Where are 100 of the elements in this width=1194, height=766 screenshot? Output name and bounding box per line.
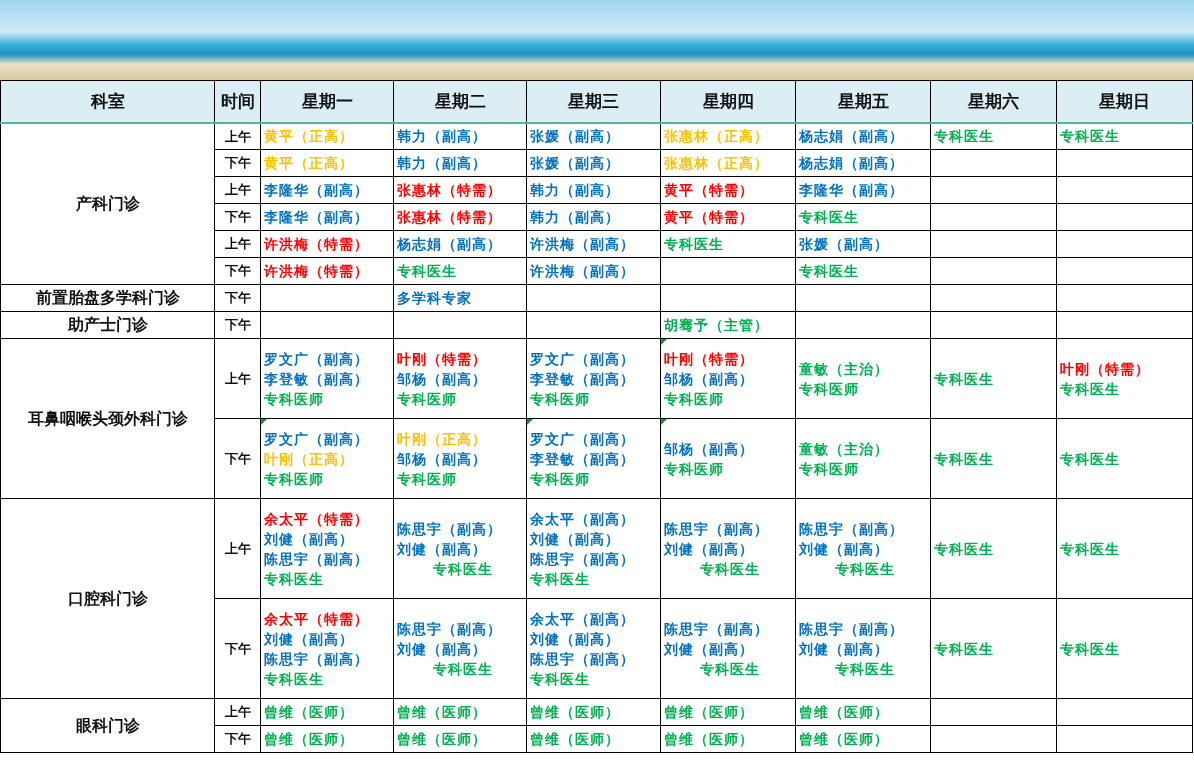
doctor-entry: 余太平（特需） (264, 509, 370, 529)
doctor-entry: 专科医生 (699, 559, 761, 579)
doctor-entry: 曾维（医师） (264, 730, 355, 749)
doctor-entry: 黄平（特需） (664, 208, 755, 227)
doctor-entry: 刘健（副高） (264, 629, 355, 649)
doctor-entry: 陈思宇（副高） (530, 549, 636, 569)
column-header: 星期四 (660, 80, 796, 123)
time-slot: 上午 (214, 338, 261, 419)
department-name: 前置胎盘多学科门诊 (0, 284, 215, 312)
doctor-entry: 专科医生 (934, 639, 995, 659)
doctor-entry: 陈思宇（副高） (264, 649, 370, 669)
doctor-entry: 许洪梅（副高） (530, 235, 636, 254)
doctor-entry: 童敏（主治） (799, 439, 890, 459)
doctor-entry: 刘健（副高） (397, 639, 488, 659)
doctor-entry: 专科医师 (530, 389, 591, 409)
doctor-entry: 曾维（医师） (397, 703, 488, 722)
column-header: 科室 (0, 80, 215, 123)
time-slot: 上午 (214, 176, 261, 204)
doctor-entry: 专科医生 (664, 235, 725, 254)
doctor-entry: 邹杨（副高） (397, 369, 488, 389)
doctor-entry: 专科医生 (397, 262, 458, 281)
doctor-entry: 专科医生 (1060, 127, 1121, 147)
doctor-entry: 专科医生 (1060, 639, 1121, 659)
doctor-entry: 专科医师 (530, 469, 591, 489)
doctor-entry: 曾维（医师） (799, 703, 890, 722)
doctor-entry: 邹杨（副高） (664, 369, 755, 389)
doctor-entry: 刘健（副高） (799, 639, 890, 659)
time-slot: 上午 (214, 498, 261, 599)
doctor-entry: 叶刚（特需） (664, 349, 755, 369)
doctor-entry: 专科医师 (799, 459, 860, 479)
doctor-entry: 专科医生 (264, 569, 325, 589)
doctor-entry: 专科医生 (699, 659, 761, 679)
doctor-entry: 杨志娟（副高） (397, 235, 503, 254)
doctor-entry: 张媛（副高） (530, 154, 621, 173)
doctor-entry: 刘健（副高） (664, 639, 755, 659)
doctor-entry: 黄平（正高） (264, 127, 355, 147)
doctor-entry: 李隆华（副高） (264, 181, 370, 200)
time-slot: 下午 (214, 725, 261, 753)
doctor-entry: 韩力（副高） (397, 127, 488, 147)
doctor-entry: 专科医生 (1060, 379, 1121, 399)
doctor-entry: 黄平（特需） (664, 181, 755, 200)
doctor-entry: 专科医生 (1060, 449, 1121, 469)
column-header: 星期一 (260, 80, 394, 123)
doctor-entry: 杨志娟（副高） (799, 154, 905, 173)
time-slot: 下午 (214, 311, 261, 339)
doctor-entry: 专科医生 (264, 669, 325, 689)
doctor-entry: 许洪梅（特需） (264, 262, 370, 281)
time-slot: 下午 (214, 257, 261, 285)
doctor-entry: 专科医生 (934, 127, 995, 147)
doctor-entry: 张惠林（特需） (397, 181, 503, 200)
time-slot: 上午 (214, 698, 261, 726)
time-slot: 下午 (214, 418, 261, 499)
doctor-entry: 黄平（正高） (264, 154, 355, 173)
doctor-entry: 张惠林（特需） (397, 208, 503, 227)
doctor-entry: 专科医师 (264, 469, 325, 489)
doctor-entry: 多学科专家 (397, 289, 473, 308)
doctor-entry: 叶刚（特需） (397, 349, 488, 369)
doctor-entry: 韩力（副高） (530, 181, 621, 200)
doctor-entry: 刘健（副高） (799, 539, 890, 559)
doctor-entry: 专科医生 (432, 659, 494, 679)
doctor-entry: 专科医生 (834, 559, 896, 579)
time-slot: 下午 (214, 598, 261, 699)
doctor-entry: 专科医生 (799, 262, 860, 281)
doctor-entry: 李登敏（副高） (530, 369, 636, 389)
department-name: 助产士门诊 (0, 311, 215, 339)
column-header: 时间 (214, 80, 261, 123)
time-slot: 下午 (214, 203, 261, 231)
time-slot: 上午 (214, 230, 261, 258)
doctor-entry: 专科医师 (799, 379, 860, 399)
doctor-entry: 李隆华（副高） (799, 181, 905, 200)
doctor-entry: 曾维（医师） (799, 730, 890, 749)
doctor-entry: 叶刚（正高） (264, 449, 355, 469)
doctor-entry: 曾维（医师） (397, 730, 488, 749)
doctor-entry: 专科医师 (397, 389, 458, 409)
doctor-entry: 余太平（特需） (264, 609, 370, 629)
doctor-entry: 专科医师 (664, 459, 725, 479)
doctor-entry: 专科医生 (530, 669, 591, 689)
doctor-entry: 陈思宇（副高） (530, 649, 636, 669)
doctor-entry: 专科医生 (1060, 539, 1121, 559)
doctor-entry: 童敏（主治） (799, 359, 890, 379)
doctor-entry: 刘健（副高） (530, 629, 621, 649)
doctor-entry: 余太平（副高） (530, 609, 636, 629)
doctor-entry: 陈思宇（副高） (799, 519, 905, 539)
doctor-entry: 陈思宇（副高） (397, 619, 503, 639)
doctor-entry: 专科医师 (264, 389, 325, 409)
column-header: 星期三 (526, 80, 661, 123)
column-header: 星期二 (393, 80, 527, 123)
department-name: 口腔科门诊 (0, 498, 215, 699)
doctor-entry: 刘健（副高） (397, 539, 488, 559)
doctor-entry: 张媛（副高） (799, 235, 890, 254)
doctor-entry: 韩力（副高） (530, 208, 621, 227)
doctor-entry: 叶刚（正高） (397, 429, 488, 449)
doctor-entry: 曾维（医师） (264, 703, 355, 722)
doctor-entry: 许洪梅（副高） (530, 262, 636, 281)
doctor-entry: 专科医生 (934, 369, 995, 389)
doctor-entry: 邹杨（副高） (664, 439, 755, 459)
doctor-entry: 叶刚（特需） (1060, 359, 1151, 379)
doctor-entry: 曾维（医师） (664, 730, 755, 749)
doctor-entry: 许洪梅（特需） (264, 235, 370, 254)
doctor-entry: 曾维（医师） (530, 703, 621, 722)
